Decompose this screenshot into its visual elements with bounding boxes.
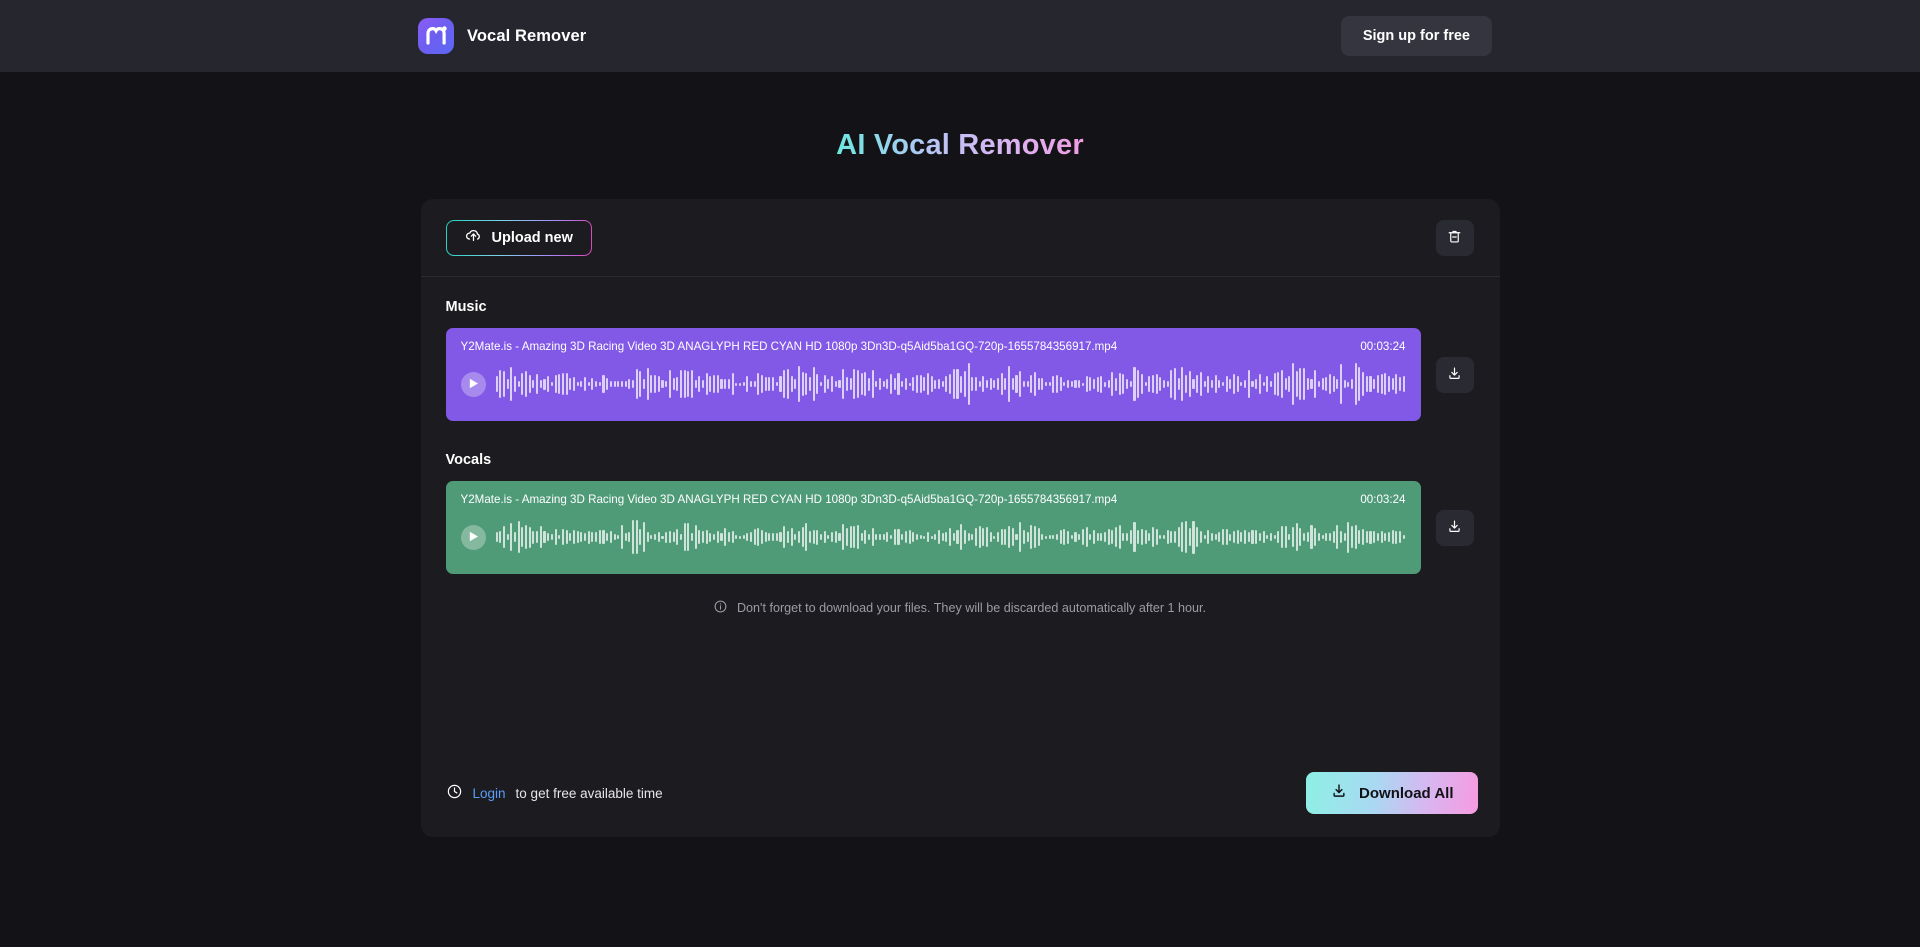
upload-new-button[interactable]: Upload new — [446, 220, 592, 256]
play-icon — [467, 530, 479, 545]
download-button-vocals[interactable] — [1435, 509, 1474, 546]
download-icon — [1446, 365, 1463, 385]
brand-name: Vocal Remover — [467, 26, 587, 45]
login-prompt-suffix: to get free available time — [515, 785, 663, 801]
waveform-row — [460, 362, 1406, 406]
panel-footer: Login to get free available time Downloa… — [446, 772, 1478, 814]
play-icon — [467, 377, 479, 392]
download-icon — [1446, 518, 1463, 538]
track-label-vocals: Vocals — [445, 452, 492, 468]
track-row: Y2Mate.is - Amazing 3D Racing Video 3D A… — [445, 328, 1474, 421]
delete-all-button[interactable] — [1435, 219, 1474, 256]
waveform-row — [460, 515, 1406, 559]
waveform-music[interactable] — [495, 362, 1406, 406]
retention-notice: Don't forget to download your files. The… — [446, 599, 1474, 617]
download-button-music[interactable] — [1435, 356, 1474, 393]
workspace-panel: Upload new Music Y2Mate.is - Amazing 3D … — [420, 199, 1500, 837]
app-header: Vocal Remover Sign up for free — [0, 0, 1920, 72]
track-header: Y2Mate.is - Amazing 3D Racing Video 3D A… — [461, 493, 1406, 506]
track-row: Y2Mate.is - Amazing 3D Racing Video 3D A… — [445, 481, 1474, 574]
download-all-button[interactable]: Download All — [1306, 772, 1478, 814]
track-card-music[interactable]: Y2Mate.is - Amazing 3D Racing Video 3D A… — [445, 328, 1421, 421]
cloud-upload-icon — [465, 227, 482, 248]
track-duration: 00:03:24 — [1360, 493, 1406, 506]
track-filename: Y2Mate.is - Amazing 3D Racing Video 3D A… — [460, 340, 1118, 353]
m-logo-icon — [418, 18, 454, 54]
panel-toolbar: Upload new — [420, 199, 1500, 277]
download-icon — [1330, 782, 1348, 804]
page-body: AI Vocal Remover Upload new Music Y2Mate… — [0, 72, 1920, 947]
track-card-vocals[interactable]: Y2Mate.is - Amazing 3D Racing Video 3D A… — [445, 481, 1421, 574]
brand: Vocal Remover — [418, 18, 586, 54]
signup-button[interactable]: Sign up for free — [1340, 16, 1492, 56]
login-link[interactable]: Login — [473, 786, 506, 801]
login-prompt: Login to get free available time — [446, 783, 663, 803]
trash-icon — [1446, 228, 1463, 248]
track-header: Y2Mate.is - Amazing 3D Racing Video 3D A… — [461, 340, 1406, 353]
track-label-music: Music — [445, 299, 487, 315]
info-icon — [713, 599, 728, 617]
retention-notice-text: Don't forget to download your files. The… — [736, 601, 1207, 615]
download-all-label: Download All — [1359, 784, 1454, 802]
waveform-vocals[interactable] — [495, 515, 1406, 559]
play-button-vocals[interactable] — [460, 524, 486, 550]
tracks-section: Music Y2Mate.is - Amazing 3D Racing Vide… — [421, 277, 1500, 617]
play-button-music[interactable] — [460, 371, 486, 397]
upload-new-label: Upload new — [491, 229, 573, 246]
clock-icon — [446, 783, 463, 803]
track-filename: Y2Mate.is - Amazing 3D Racing Video 3D A… — [460, 493, 1118, 506]
page-title: AI Vocal Remover — [836, 129, 1084, 161]
track-duration: 00:03:24 — [1360, 340, 1406, 353]
